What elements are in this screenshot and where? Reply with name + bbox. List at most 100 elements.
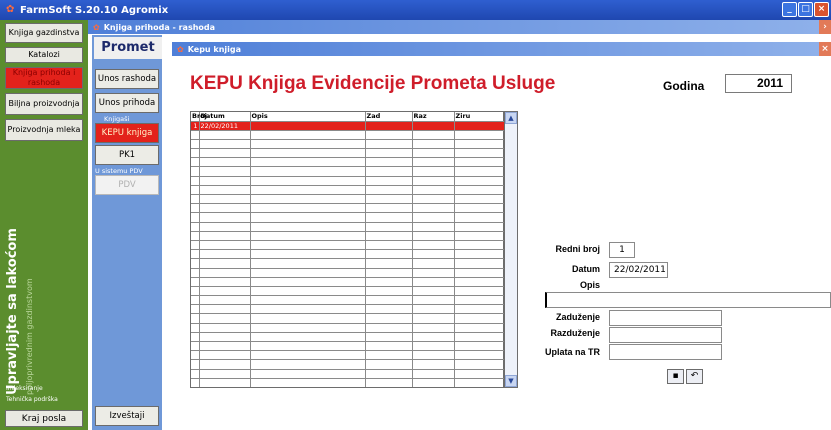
table-row[interactable]: [191, 340, 506, 351]
sidebar-item-knjiga-gazdinstva[interactable]: Knjiga gazdinstva: [5, 23, 83, 43]
col-header-datum[interactable]: Datum: [199, 112, 251, 121]
subwindow-close-icon[interactable]: ›: [819, 20, 831, 34]
app-icon: ✿: [6, 4, 15, 15]
redni-broj-field[interactable]: 1: [609, 242, 635, 258]
table-cell: [199, 295, 251, 305]
save-button[interactable]: ▪: [667, 369, 684, 384]
uplata-field[interactable]: [609, 344, 722, 360]
table-row[interactable]: [191, 276, 506, 287]
table-row[interactable]: [191, 368, 506, 379]
table-cell: [412, 267, 455, 278]
scroll-down-icon[interactable]: ▼: [505, 375, 517, 387]
table-row[interactable]: [191, 138, 506, 149]
table-cell: [250, 276, 366, 287]
sidebar-item-katalozi[interactable]: Katalozi: [5, 47, 83, 63]
table-row[interactable]: [191, 203, 506, 213]
table-row[interactable]: 1 22/02/2011: [191, 120, 506, 131]
table-cell: [199, 322, 251, 333]
table-row[interactable]: [191, 221, 506, 232]
exit-button[interactable]: Kraj posla: [5, 410, 83, 427]
unos-rashoda-button[interactable]: Unos rashoda: [95, 69, 159, 89]
table-row[interactable]: [191, 184, 506, 195]
pk1-button[interactable]: PK1: [95, 145, 159, 165]
table-row[interactable]: [191, 285, 506, 296]
table-row[interactable]: [191, 166, 506, 177]
table-row[interactable]: [191, 304, 506, 314]
table-row[interactable]: [191, 350, 506, 360]
table-cell: [199, 230, 251, 241]
link-tehnicka-podrska[interactable]: Tehnička podrška: [6, 396, 58, 403]
table-row[interactable]: [191, 359, 506, 370]
table-row[interactable]: [191, 193, 506, 204]
table-cell: [199, 193, 251, 204]
table-row[interactable]: [191, 313, 506, 324]
table-row[interactable]: [191, 295, 506, 305]
table-cell: [412, 304, 455, 314]
inner-close-icon[interactable]: ×: [819, 42, 831, 56]
table-cell: [191, 157, 200, 167]
table-cell: [454, 285, 506, 296]
sidebar-item-knjiga-prihoda[interactable]: Knjiga prihoda i rashoda: [5, 67, 83, 89]
maximize-icon[interactable]: □: [798, 2, 813, 17]
table-cell: [199, 313, 251, 324]
kepu-knjiga-button[interactable]: KEPU knjiga: [95, 123, 159, 143]
table-cell: [365, 359, 413, 370]
table-cell: [199, 138, 251, 149]
close-icon[interactable]: ×: [814, 2, 829, 17]
datum-field[interactable]: 22/02/2011: [609, 262, 668, 278]
table-cell: [191, 368, 200, 379]
grid-scrollbar[interactable]: ▲ ▼: [504, 111, 518, 388]
table-cell: [199, 368, 251, 379]
link-indeksiranje[interactable]: Indeksiranje: [6, 385, 43, 392]
minimize-icon[interactable]: _: [782, 2, 797, 17]
inner-title: Kepu knjiga: [187, 44, 242, 54]
table-cell: [365, 285, 413, 296]
col-header-raz[interactable]: Raz: [412, 112, 455, 121]
table-row[interactable]: [191, 267, 506, 278]
table-row[interactable]: [191, 239, 506, 250]
sidebar-item-biljna-proizvodnja[interactable]: Biljna proizvodnja: [5, 93, 83, 115]
pdv-button[interactable]: PDV: [95, 175, 159, 195]
group-label-knjige: Knjigaši: [104, 115, 130, 123]
table-row[interactable]: [191, 322, 506, 333]
table-row[interactable]: [191, 212, 506, 223]
table-cell: [199, 377, 251, 388]
table-row[interactable]: [191, 230, 506, 241]
sidebar-tagline: Upravljajte sa lakoćom poljoprivrednim g…: [4, 228, 54, 395]
promet-title: Promet: [94, 37, 162, 59]
table-row[interactable]: [191, 157, 506, 167]
table-row[interactable]: [191, 331, 506, 342]
col-header-opis[interactable]: Opis: [250, 112, 366, 121]
unos-prihoda-button[interactable]: Unos prihoda: [95, 93, 159, 113]
zaduzenje-field[interactable]: [609, 310, 722, 326]
table-cell: [454, 157, 506, 167]
table-cell: [412, 359, 455, 370]
table-cell: [454, 368, 506, 379]
col-header-ziru[interactable]: Ziru: [454, 112, 506, 121]
scroll-up-icon[interactable]: ▲: [505, 112, 517, 124]
table-cell: [250, 331, 366, 342]
izvestaji-button[interactable]: Izveštaji: [95, 406, 159, 426]
razduzenje-field[interactable]: [609, 327, 722, 343]
undo-button[interactable]: ↶: [686, 369, 703, 384]
godina-field[interactable]: 2011: [725, 74, 792, 93]
table-row[interactable]: [191, 175, 506, 186]
table-cell: [191, 148, 200, 158]
table-cell: [454, 331, 506, 342]
table-row[interactable]: [191, 249, 506, 259]
opis-field[interactable]: [545, 292, 831, 308]
table-cell: [250, 129, 366, 140]
col-header-broj[interactable]: Broj: [191, 112, 207, 121]
table-cell: [412, 203, 455, 213]
table-row[interactable]: [191, 377, 506, 388]
table-row[interactable]: [191, 129, 506, 140]
table-row[interactable]: [191, 258, 506, 268]
table-cell: [412, 285, 455, 296]
table-cell: [365, 166, 413, 177]
table-row[interactable]: [191, 148, 506, 158]
table-cell: [250, 350, 366, 360]
col-header-zad[interactable]: Zad: [365, 112, 413, 121]
sidebar-item-proizvodnja-mleka[interactable]: Proizvodnja mleka: [5, 119, 83, 141]
table-cell: [454, 212, 506, 223]
table-cell: [412, 230, 455, 241]
